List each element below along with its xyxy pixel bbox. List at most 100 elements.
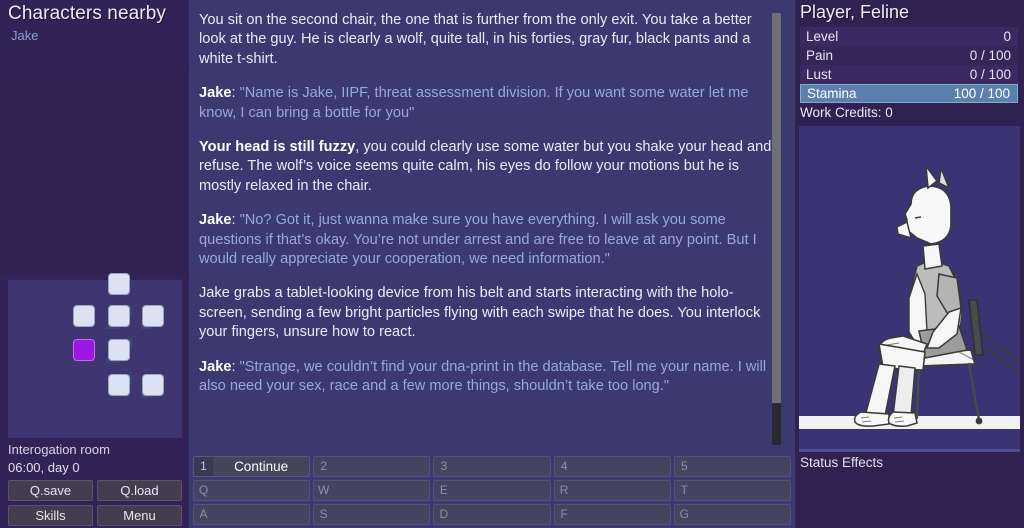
minimap-node-current[interactable] [73, 339, 95, 361]
stat-row-level: Level 0 [800, 27, 1018, 46]
current-room-label: Interogation room [8, 442, 110, 457]
story-narration-paragraph: Your head is still fuzzy, you could clea… [199, 138, 774, 196]
dialogue-speaker: Jake [199, 358, 232, 375]
minimap-node[interactable] [108, 374, 130, 396]
game-window: Characters nearby Jake Interogation room… [0, 0, 1024, 528]
quick-actions-group: Q.save Q.load Skills Menu [8, 480, 182, 526]
choice-button-empty: A [193, 504, 311, 525]
stat-name: Pain [806, 48, 834, 63]
characters-nearby-title: Characters nearby [8, 3, 166, 24]
stat-value: 0 / 100 [969, 67, 1011, 82]
choice-label [694, 457, 790, 476]
characters-nearby-panel: Characters nearby Jake [0, 0, 189, 72]
story-text: You sit on the second chair, the one tha… [199, 11, 774, 449]
feline-character-illustration [799, 126, 1020, 451]
choice-label [453, 457, 549, 476]
minimap-panel: Interogation room 06:00, day 0 Q.save Q.l… [0, 273, 189, 528]
choice-key-badge: A [199, 507, 208, 521]
dialogue-speaker: Jake [199, 212, 232, 229]
choice-button-grid: 1 Continue 2 3 4 5 Q W E R T A S D F G [193, 456, 791, 525]
story-dialogue-paragraph: Jake: "Strange, we couldn’t find your dn… [199, 358, 774, 397]
choice-label [333, 457, 429, 476]
choice-button-empty: 5 [673, 456, 791, 477]
choice-label [574, 505, 670, 524]
choice-button-continue[interactable]: 1 Continue [193, 456, 311, 477]
choice-button-empty: Q [193, 480, 311, 501]
choice-label: Continue [234, 459, 289, 474]
choice-label [574, 457, 670, 476]
minimap-node[interactable] [142, 374, 164, 396]
quick-button-skills[interactable]: Skills [8, 505, 93, 526]
choice-button-empty: 2 [313, 456, 431, 477]
characters-nearby-list: Jake [11, 28, 38, 44]
minimap-node[interactable] [108, 305, 130, 327]
choice-key-badge: 3 [440, 459, 448, 473]
story-dialogue-paragraph: Jake: "Name is Jake, IIPF, threat assess… [199, 84, 774, 123]
status-effects-label: Status Effects [800, 455, 884, 470]
dialogue-separator: : [231, 212, 240, 229]
choice-button-empty: G [673, 504, 791, 525]
choice-key-badge: 1 [194, 457, 213, 476]
stat-value: 0 [1003, 29, 1011, 44]
minimap-grid[interactable] [8, 280, 182, 438]
choice-label [694, 505, 790, 524]
choice-key-badge: 5 [680, 459, 688, 473]
choice-key-badge: F [560, 507, 568, 521]
dialogue-text: "No? Got it, just wanna make sure you ha… [199, 212, 757, 268]
choice-key-badge: D [439, 507, 449, 521]
choice-button-empty: 4 [553, 456, 671, 477]
choice-button-empty: 3 [433, 456, 551, 477]
game-clock-label: 06:00, day 0 [8, 460, 80, 475]
minimap-node[interactable] [73, 305, 95, 327]
quick-button-q-save[interactable]: Q.save [8, 480, 93, 501]
choice-key-badge: T [680, 483, 688, 497]
dialogue-speaker: Jake [199, 85, 232, 102]
choice-key-badge: R [559, 483, 569, 497]
dialogue-text: "Name is Jake, IIPF, threat assessment d… [199, 85, 749, 121]
minimap-node[interactable] [142, 305, 164, 327]
choice-key-badge: 4 [560, 459, 568, 473]
left-sidebar: Characters nearby Jake Interogation room… [0, 0, 189, 528]
story-scrollbar-thumb[interactable] [772, 403, 781, 445]
quick-button-menu[interactable]: Menu [97, 505, 182, 526]
stat-value: 0 / 100 [969, 48, 1011, 63]
minimap-node[interactable] [108, 339, 130, 361]
status-divider [799, 449, 1020, 452]
choice-key-badge: Q [198, 483, 209, 497]
choice-key-badge: 2 [320, 459, 328, 473]
stat-name: Level [806, 29, 839, 44]
narration-text: Jake grabs a tablet-looking device from … [199, 285, 761, 341]
choice-label [333, 481, 429, 500]
choice-button-empty: E [433, 480, 551, 501]
choice-label [694, 481, 790, 500]
player-sidebar: Player, Feline Level 0 Pain 0 / 100 Lust 0 / … [795, 0, 1024, 528]
story-dialogue-paragraph: Jake: "No? Got it, just wanna make sure … [199, 211, 774, 269]
choice-key-badge: G [679, 507, 689, 521]
stat-name: Stamina [807, 86, 857, 101]
narration-text: You sit on the second chair, the one tha… [199, 12, 752, 67]
dialogue-separator: : [231, 85, 240, 102]
choice-key-badge: E [439, 483, 448, 497]
player-title: Player, Feline [800, 2, 910, 22]
story-panel: You sit on the second chair, the one tha… [189, 0, 795, 528]
choice-button-empty: R [553, 480, 671, 501]
work-credits-label: Work Credits: 0 [800, 105, 893, 120]
player-stats-list: Level 0 Pain 0 / 100 Lust 0 / 100 Stamina 100 /… [800, 27, 1018, 103]
choice-key-badge: W [318, 483, 330, 497]
choice-label [333, 505, 429, 524]
stat-name: Lust [806, 67, 832, 82]
story-narration-paragraph: You sit on the second chair, the one tha… [199, 11, 774, 69]
minimap-node[interactable] [108, 273, 130, 295]
quick-button-q-load[interactable]: Q.load [97, 480, 182, 501]
stat-row-lust: Lust 0 / 100 [800, 65, 1018, 84]
stat-row-pain: Pain 0 / 100 [800, 46, 1018, 65]
choice-key-badge: S [319, 507, 328, 521]
choice-button-empty: W [313, 480, 431, 501]
choice-label [453, 505, 549, 524]
player-portrait [799, 126, 1020, 451]
choice-button-empty: F [553, 504, 671, 525]
character-nearby-item[interactable]: Jake [11, 28, 38, 44]
story-scrollbar[interactable] [772, 13, 781, 445]
dialogue-separator: : [231, 358, 240, 375]
choice-label [213, 505, 309, 524]
